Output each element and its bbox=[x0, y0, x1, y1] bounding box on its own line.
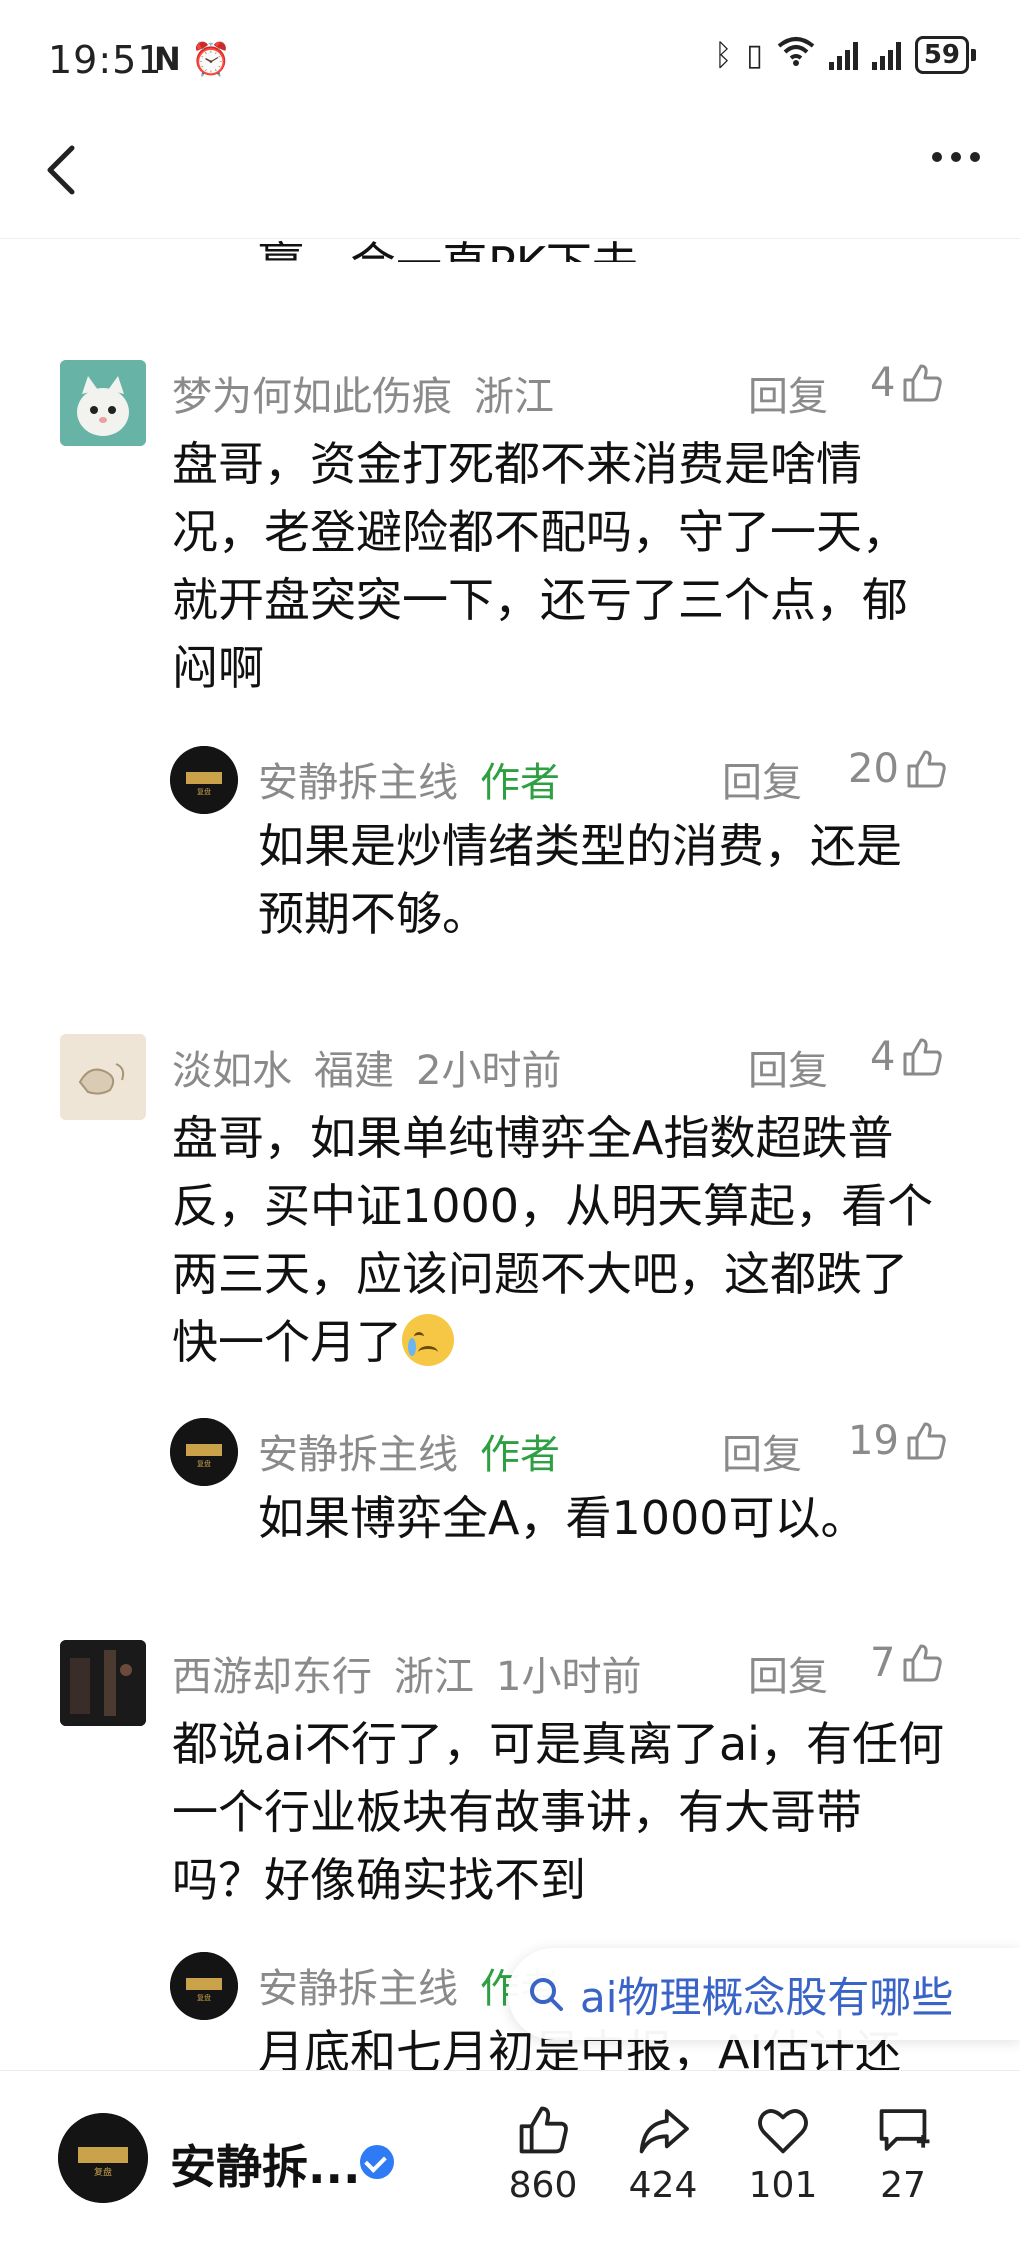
author-avatar[interactable]: 复盘 bbox=[58, 2113, 148, 2203]
avatar[interactable] bbox=[60, 1034, 146, 1120]
svg-text:复盘: 复盘 bbox=[197, 1993, 211, 2002]
author-name[interactable]: 安静拆... bbox=[170, 2131, 360, 2197]
comment-meta: 淡如水 福建 2小时前 bbox=[172, 1038, 561, 1096]
like-count: 4 bbox=[870, 360, 896, 406]
status-time: 19:51 bbox=[48, 38, 163, 82]
share-count: 424 bbox=[628, 2165, 698, 2206]
bluetooth-icon: ᛒ bbox=[714, 37, 733, 73]
nfc-icon: N bbox=[154, 40, 181, 78]
thumbs-up-icon bbox=[903, 1644, 943, 1682]
like-count: 7 bbox=[870, 1640, 896, 1686]
comment-text: 盘哥，如果单纯博弈全A指数超跌普 反，买中证1000，从明天算起，看个 两三天，… bbox=[172, 1111, 934, 1369]
reply-text: 如果是炒情绪类型的消费，还是 预期不够。 bbox=[258, 819, 902, 941]
share-icon bbox=[639, 2109, 689, 2154]
reply-button[interactable]: 回复 bbox=[748, 1038, 828, 1096]
more-dot-icon bbox=[932, 152, 942, 162]
comment-time: 1小时前 bbox=[496, 1654, 642, 1700]
verified-badge-icon bbox=[360, 2145, 394, 2179]
comment-add-icon bbox=[879, 2109, 930, 2151]
like-count: 20 bbox=[848, 746, 899, 792]
like-button[interactable]: 4 bbox=[870, 360, 945, 406]
svg-text:复盘: 复盘 bbox=[94, 2166, 112, 2178]
clipped-comment-text: 赢，会一直PK下去。 bbox=[258, 214, 684, 262]
crying-emoji-icon bbox=[402, 1314, 454, 1366]
avatar[interactable]: 复盘 bbox=[170, 1952, 238, 2020]
comment-text: 盘哥，资金打死都不来消费是啥情 况，老登避险都不配吗，守了一天， 就开盘突突一下… bbox=[172, 437, 908, 695]
reply-meta: 安静拆主线作者 bbox=[258, 750, 560, 808]
search-icon bbox=[530, 1978, 563, 2011]
svg-text:复盘: 复盘 bbox=[197, 787, 211, 796]
comment-meta: 西游却东行 浙江 1小时前 bbox=[172, 1644, 641, 1702]
search-suggestion-text: ai物理概念股有哪些 bbox=[580, 1972, 954, 2022]
heart-icon bbox=[758, 2109, 808, 2154]
thumbs-up-icon bbox=[907, 750, 946, 788]
more-dot-icon bbox=[970, 152, 980, 162]
status-left-icons: N ⏰ bbox=[154, 40, 231, 78]
signal-icon bbox=[871, 40, 901, 70]
author-tag: 作者 bbox=[480, 760, 560, 806]
reply-text: 如果博弈全A，看1000可以。 bbox=[258, 1491, 867, 1545]
more-button[interactable] bbox=[932, 152, 980, 162]
alarm-icon: ⏰ bbox=[190, 40, 231, 78]
reply-button[interactable]: 回复 bbox=[748, 1644, 828, 1702]
more-dot-icon bbox=[951, 152, 961, 162]
comment-location: 福建 bbox=[314, 1048, 394, 1094]
like-button[interactable]: 7 bbox=[870, 1640, 945, 1686]
reply-button[interactable]: 回复 bbox=[722, 750, 802, 808]
search-suggestion[interactable]: ai物理概念股有哪些 bbox=[508, 1948, 1020, 2040]
wifi-icon bbox=[777, 36, 815, 74]
like-count: 860 bbox=[508, 2165, 578, 2206]
reply-username[interactable]: 安静拆主线 bbox=[258, 1966, 458, 2012]
thumbs-up-icon bbox=[519, 2106, 568, 2154]
avatar[interactable]: 复盘 bbox=[170, 1418, 238, 1486]
thumbs-up-icon bbox=[903, 1038, 943, 1076]
like-action[interactable]: 860 bbox=[488, 2101, 598, 2206]
battery-level: 59 bbox=[914, 36, 969, 74]
author-tag: 作者 bbox=[480, 1432, 560, 1478]
comment-location: 浙江 bbox=[474, 374, 554, 420]
like-button[interactable]: 20 bbox=[848, 746, 949, 792]
thumbs-up-icon bbox=[903, 364, 943, 402]
svg-text:复盘: 复盘 bbox=[197, 1459, 211, 1468]
like-count: 4 bbox=[870, 1034, 896, 1080]
like-count: 19 bbox=[848, 1418, 899, 1464]
signal-icon bbox=[828, 40, 858, 70]
vibrate-icon: ▯ bbox=[746, 37, 763, 73]
thumbs-up-icon bbox=[907, 1422, 946, 1460]
favorite-count: 101 bbox=[748, 2165, 818, 2206]
avatar[interactable] bbox=[60, 1640, 146, 1726]
reply-button[interactable]: 回复 bbox=[748, 364, 828, 422]
avatar[interactable]: 复盘 bbox=[170, 746, 238, 814]
share-action[interactable]: 424 bbox=[608, 2101, 718, 2206]
status-right-icons: ᛒ ▯ 59 bbox=[714, 36, 976, 74]
comment-username[interactable]: 淡如水 bbox=[172, 1048, 292, 1094]
status-bar: 19:51 N ⏰ ᛒ ▯ 59 bbox=[0, 0, 1020, 110]
comment-username[interactable]: 西游却东行 bbox=[172, 1654, 372, 1700]
like-button[interactable]: 4 bbox=[870, 1034, 945, 1080]
reply-button[interactable]: 回复 bbox=[722, 1422, 802, 1480]
comment-time: 2小时前 bbox=[416, 1048, 562, 1094]
favorite-action[interactable]: 101 bbox=[728, 2101, 838, 2206]
battery-icon: 59 bbox=[914, 36, 976, 74]
like-button[interactable]: 19 bbox=[848, 1418, 949, 1464]
comment-count: 27 bbox=[880, 2165, 926, 2206]
back-button[interactable] bbox=[34, 140, 94, 200]
reply-username[interactable]: 安静拆主线 bbox=[258, 760, 458, 806]
comment-location: 浙江 bbox=[394, 1654, 474, 1700]
reply-meta: 安静拆主线作者 bbox=[258, 1422, 560, 1480]
reply-username[interactable]: 安静拆主线 bbox=[258, 1432, 458, 1478]
comment-action[interactable]: 27 bbox=[848, 2101, 958, 2206]
bottom-bar: 复盘 安静拆... 860 424 101 27 bbox=[0, 2070, 1020, 2251]
chevron-left-icon bbox=[47, 145, 75, 195]
comment-meta: 梦为何如此伤痕 浙江 bbox=[172, 364, 554, 422]
avatar[interactable] bbox=[60, 360, 146, 446]
comment-text: 都说ai不行了，可是真离了ai，有任何 一个行业板块有故事讲，有大哥带 吗？好像… bbox=[172, 1717, 944, 1907]
comment-username[interactable]: 梦为何如此伤痕 bbox=[172, 374, 452, 420]
